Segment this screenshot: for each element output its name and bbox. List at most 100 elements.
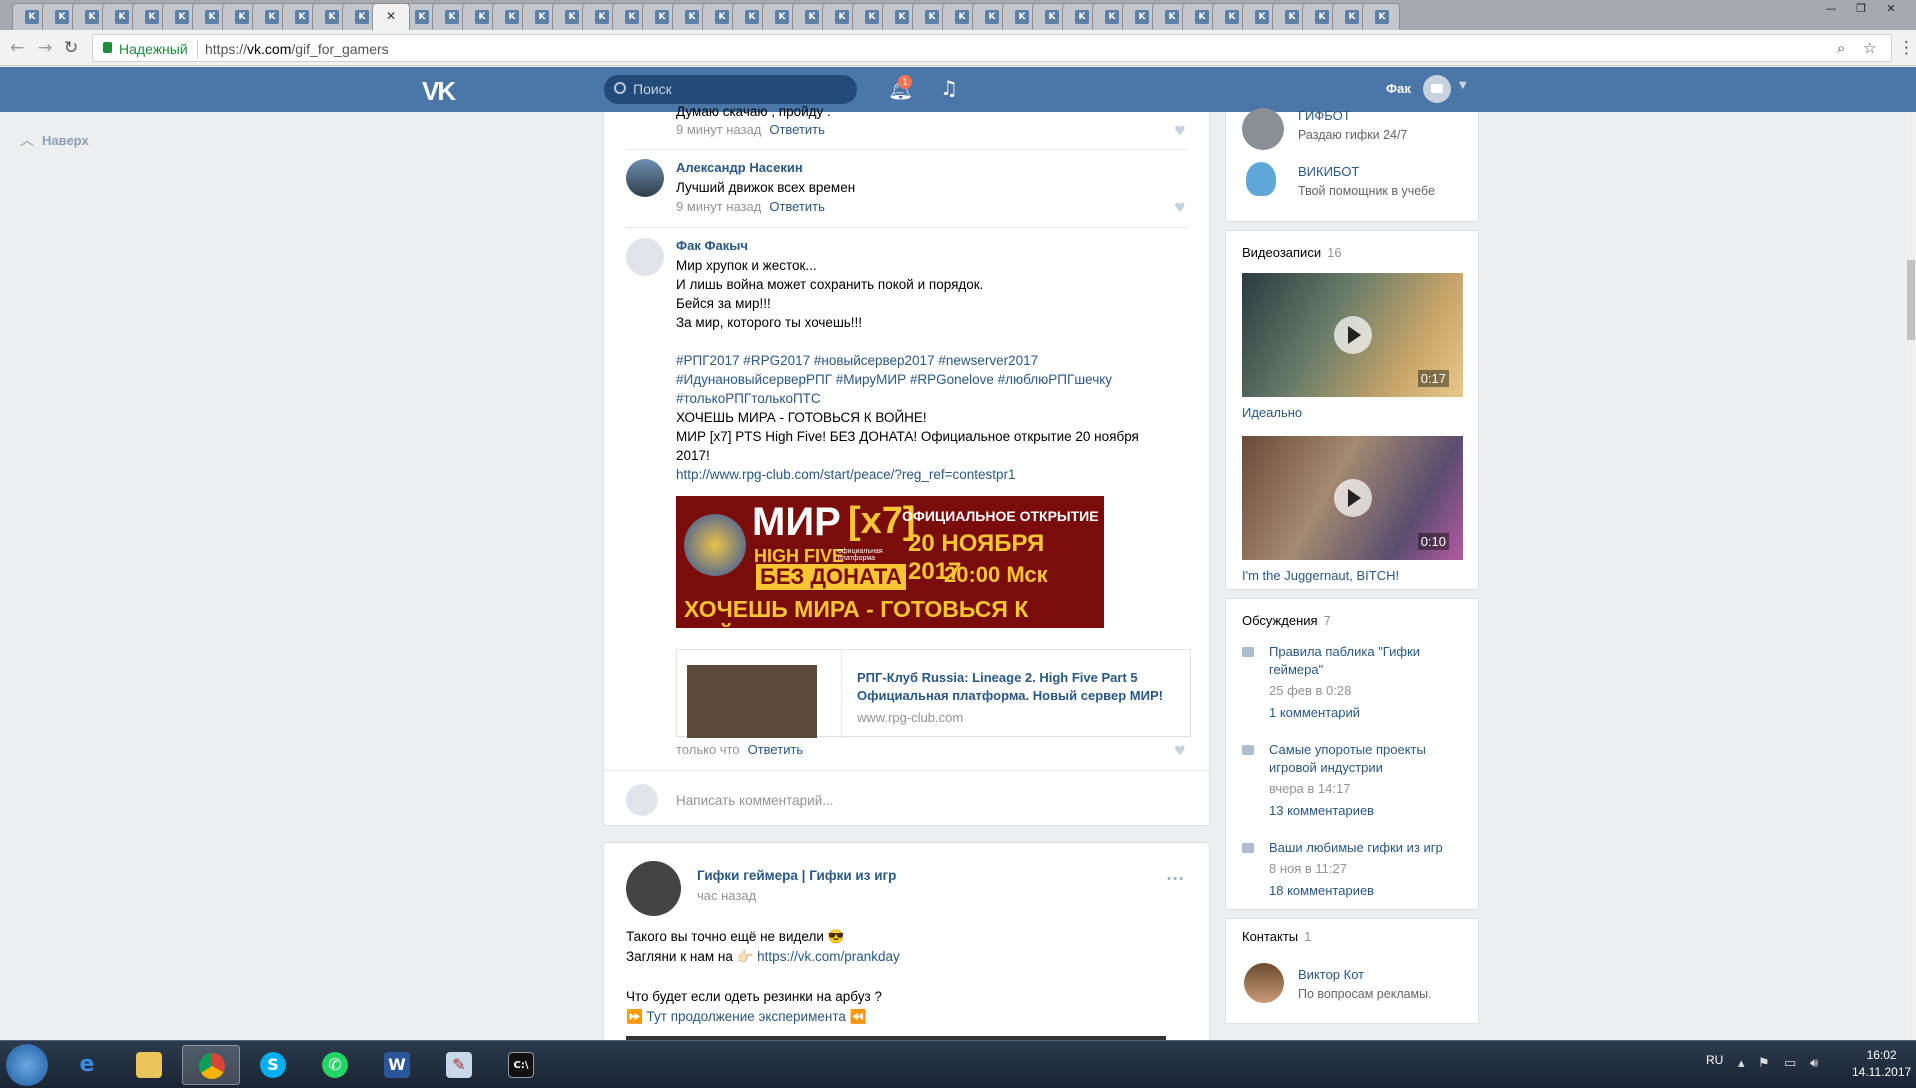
avatar[interactable] — [1242, 108, 1284, 150]
vk-favicon-icon: K — [445, 10, 459, 24]
search-input[interactable]: Поиск — [604, 75, 857, 104]
ad-banner-image[interactable]: МИР [x7] HIGH FIVE официальная платформа… — [676, 496, 1104, 628]
ie-taskbar-icon[interactable]: e — [58, 1045, 116, 1085]
link-preview-title[interactable]: РПГ-Клуб Russia: Lineage 2. High Five Pa… — [857, 669, 1177, 705]
more-options-icon[interactable]: ··· — [1166, 869, 1184, 888]
whatsapp-taskbar-icon[interactable]: ✆ — [306, 1045, 364, 1085]
back-icon[interactable]: ← — [10, 38, 24, 58]
contact-name[interactable]: Виктор Кот — [1298, 967, 1364, 982]
vk-favicon-icon: K — [1285, 10, 1299, 24]
tray-expand-icon[interactable]: ▴ — [1738, 1056, 1745, 1071]
link-preview-url: www.rpg-club.com — [857, 710, 964, 725]
block-title[interactable]: Контакты 1 — [1242, 929, 1311, 944]
network-icon[interactable]: ▭ — [1784, 1056, 1796, 1071]
bookmark-star-icon[interactable]: ☆ — [1863, 39, 1876, 57]
vk-favicon-icon: K — [175, 10, 189, 24]
external-link[interactable]: http://www.rpg-club.com/start/peace/?reg… — [676, 465, 1176, 484]
hashtags[interactable]: #РПГ2017 #RPG2017 #новыйсервер2017 #news… — [676, 351, 1176, 370]
system-clock[interactable]: 16:02 14.11.2017 — [1852, 1047, 1911, 1081]
comment-author[interactable]: Фак Факыч — [676, 238, 748, 253]
like-icon[interactable]: ♥ — [1174, 124, 1186, 139]
discussion-comments[interactable]: 1 комментарий — [1269, 705, 1360, 720]
reload-icon[interactable]: ↻ — [64, 38, 78, 58]
scrollbar-thumb[interactable] — [1907, 260, 1915, 340]
discussion-comments[interactable]: 13 комментариев — [1269, 803, 1374, 818]
vk-favicon-icon: K — [745, 10, 759, 24]
avatar[interactable] — [626, 159, 664, 197]
back-to-top-link[interactable]: ︿ Наверх — [20, 130, 89, 150]
chrome-taskbar-icon[interactable] — [182, 1045, 240, 1085]
play-icon[interactable] — [1334, 316, 1372, 354]
skype-taskbar-icon[interactable]: S — [244, 1045, 302, 1085]
maximize-button[interactable]: ❐ — [1846, 0, 1876, 20]
word-taskbar-icon[interactable]: W — [368, 1045, 426, 1085]
paint-taskbar-icon[interactable]: ✎ — [430, 1045, 488, 1085]
lightbulb-icon[interactable] — [1246, 162, 1276, 196]
block-title[interactable]: Обсуждения 7 — [1242, 613, 1331, 628]
discussion-comments[interactable]: 18 комментариев — [1269, 883, 1374, 898]
action-center-icon[interactable]: ⚑ — [1758, 1056, 1770, 1071]
vk-favicon-icon: K — [1375, 10, 1389, 24]
post-time[interactable]: час назад — [697, 888, 756, 903]
user-name[interactable]: Фак — [1386, 81, 1411, 96]
chevron-down-icon[interactable]: ▼ — [1459, 80, 1467, 91]
comment-text: Мир хрупок и жесток... И лишь война може… — [676, 256, 1176, 484]
avatar[interactable] — [626, 238, 664, 276]
vk-favicon-icon: K — [1345, 10, 1359, 24]
play-icon[interactable] — [1334, 479, 1372, 517]
vk-logo[interactable]: VK — [422, 76, 456, 107]
browser-tab[interactable]: K — [1362, 3, 1400, 30]
discussion-title[interactable]: Ваши любимые гифки из игр — [1269, 839, 1469, 857]
close-tab-icon[interactable]: ✕ — [386, 9, 396, 23]
browser-menu-icon[interactable]: ⋮ — [1898, 38, 1915, 58]
post-author[interactable]: Гифки геймера | Гифки из игр — [697, 868, 896, 883]
browser-tab-active[interactable]: ✕ — [372, 3, 410, 30]
avatar[interactable] — [1244, 963, 1284, 1003]
start-button[interactable] — [6, 1044, 48, 1086]
link-preview-card[interactable]: РПГ-Клуб Russia: Lineage 2. High Five Pa… — [676, 649, 1191, 738]
reply-link[interactable]: Ответить — [748, 742, 804, 757]
vk-favicon-icon: K — [865, 10, 879, 24]
hashtags[interactable]: #толькоРПГтолькоПТС — [676, 389, 1176, 408]
app-description: Раздаю гифки 24/7 — [1298, 128, 1408, 142]
language-indicator[interactable]: RU — [1706, 1053, 1723, 1067]
video-thumbnail[interactable]: 0:17 — [1242, 273, 1463, 397]
search-placeholder: Поиск — [633, 81, 672, 97]
comment-meta: 9 минут назад Ответить — [676, 199, 825, 214]
vk-favicon-icon: K — [1105, 10, 1119, 24]
reply-link[interactable]: Ответить — [769, 199, 825, 214]
reply-link[interactable]: Ответить — [769, 122, 825, 137]
block-title[interactable]: Видеозаписи 16 — [1242, 245, 1342, 260]
cmd-taskbar-icon[interactable]: C:\ — [492, 1045, 550, 1085]
video-title[interactable]: Идеально — [1242, 405, 1302, 420]
comment-text: Лучший движок всех времен — [676, 180, 856, 195]
video-thumbnail[interactable]: 0:10 — [1242, 436, 1463, 560]
like-icon[interactable]: ♥ — [1174, 201, 1186, 216]
avatar[interactable] — [1423, 75, 1451, 103]
hashtags[interactable]: #ИдунановыйсерверРПГ #МируМИР #RPGonelov… — [676, 370, 1176, 389]
discussion-title[interactable]: Самые упоротые проекты игровой индустрии — [1269, 741, 1469, 777]
discussions-block: Обсуждения 7 Правила паблика "Гифки гейме… — [1225, 598, 1479, 910]
comment-input[interactable]: Написать комментарий... — [676, 793, 834, 808]
explorer-taskbar-icon[interactable] — [120, 1045, 178, 1085]
comment-author[interactable]: Александр Насекин — [676, 160, 803, 175]
forward-icon[interactable]: → — [38, 38, 52, 58]
url-input[interactable]: Надежный https://vk.com/gif_for_gamers ⌕… — [92, 34, 1892, 62]
minimize-button[interactable]: — — [1816, 0, 1846, 20]
avatar[interactable] — [626, 861, 681, 916]
post-text: Такого вы точно ещё не видели 😎 Загляни … — [626, 929, 900, 1024]
post-link[interactable]: https://vk.com/prankday — [757, 949, 900, 964]
scrollbar[interactable] — [1906, 112, 1916, 1040]
volume-icon[interactable]: 🔊︎ — [1810, 1056, 1818, 1071]
vk-favicon-icon: K — [895, 10, 909, 24]
discussion-title[interactable]: Правила паблика "Гифки геймера" — [1269, 643, 1469, 679]
app-description: Твой помощник в учебе — [1298, 184, 1436, 198]
music-icon[interactable]: ♫ — [940, 76, 958, 100]
zoom-icon[interactable]: ⌕ — [1837, 39, 1845, 57]
app-name[interactable]: ГИФБОТ — [1298, 108, 1351, 123]
close-window-button[interactable]: ✕ — [1876, 0, 1906, 20]
like-icon[interactable]: ♥ — [1174, 744, 1186, 759]
video-title[interactable]: I'm the Juggernaut, BITCH! — [1242, 568, 1399, 583]
link-card-divider — [841, 650, 842, 738]
app-name[interactable]: ВИКИБОТ — [1298, 164, 1359, 179]
